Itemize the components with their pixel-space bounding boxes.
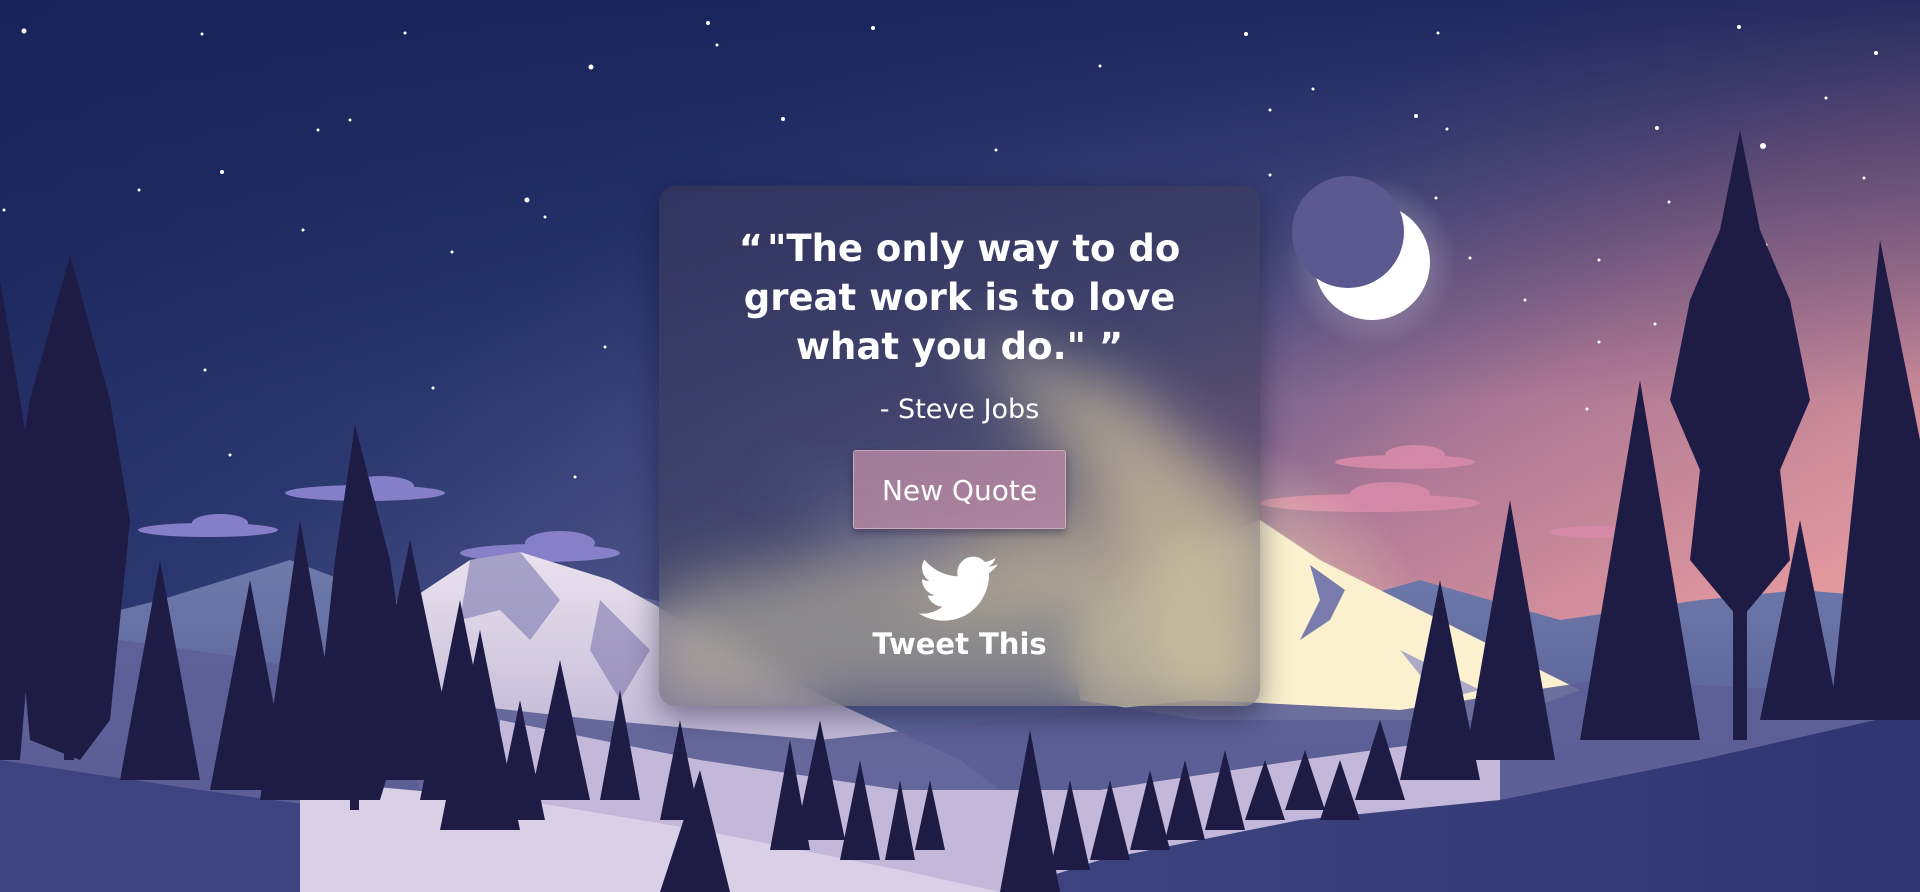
new-quote-button[interactable]: New Quote (853, 450, 1066, 529)
tweet-this-link[interactable]: Tweet This (859, 556, 1060, 672)
open-quote-mark: “ (738, 227, 764, 270)
close-quote-mark: ” (1098, 325, 1124, 368)
tweet-this-label: Tweet This (872, 627, 1047, 661)
quote-card: “"The only way to do great work is to lo… (659, 186, 1260, 706)
quote-author: - Steve Jobs (879, 394, 1040, 425)
twitter-bird-icon (919, 556, 998, 621)
quote-text-block: “"The only way to do great work is to lo… (719, 224, 1200, 371)
